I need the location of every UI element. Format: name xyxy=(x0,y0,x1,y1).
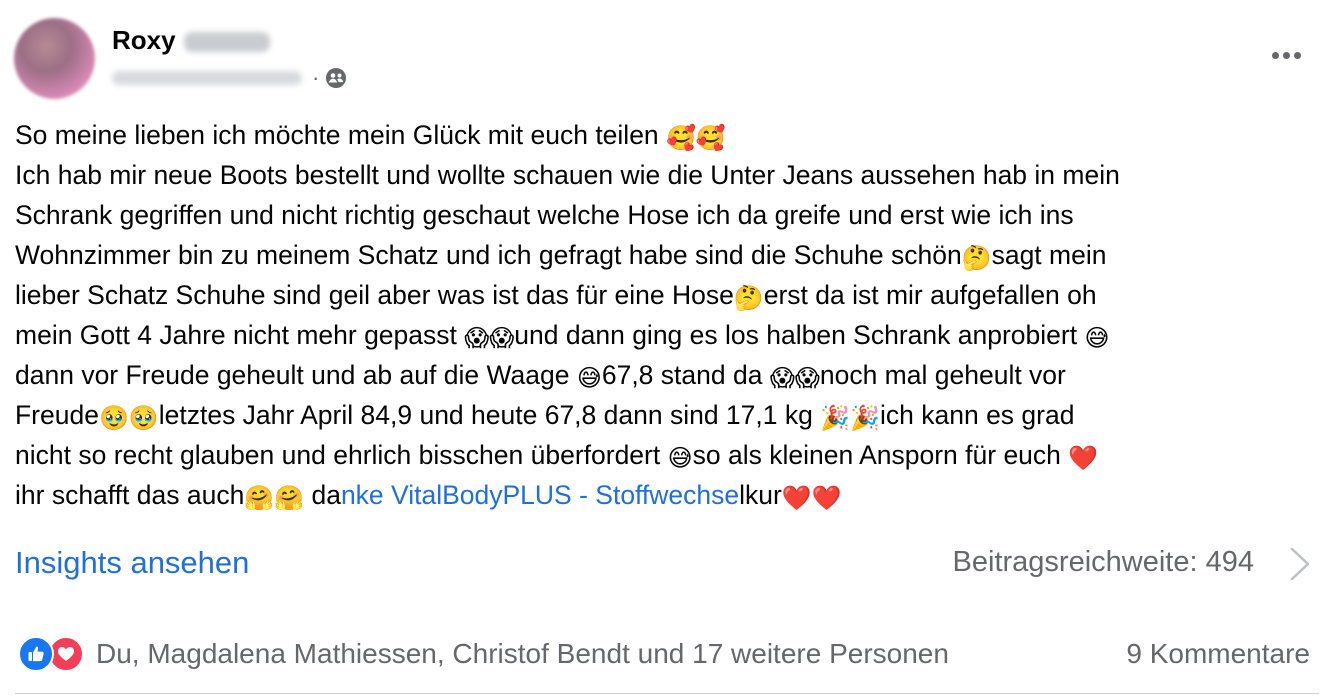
post-line: Schrank gegriffen und nicht richtig gesc… xyxy=(15,195,1315,235)
post-text-segment: sagt mein xyxy=(991,240,1107,270)
comments-count[interactable]: 9 Kommentare xyxy=(1126,638,1310,670)
chevron-right-icon[interactable] xyxy=(1288,546,1312,582)
post-text-segment: noch mal geheult vor xyxy=(819,360,1066,390)
more-dot-icon xyxy=(1271,51,1279,59)
emoji-icon: 😅 xyxy=(576,365,602,392)
post-line: So meine lieben ich möchte mein Glück mi… xyxy=(15,115,1315,155)
divider xyxy=(15,693,1319,694)
emoji-icon: 😅 xyxy=(1084,325,1110,352)
post-text-segment: mein Gott 4 Jahre nicht mehr gepasst xyxy=(15,320,465,350)
post-reach[interactable]: Beitragsreichweite: 494 xyxy=(953,546,1254,579)
emoji-icon: ❤️ xyxy=(1068,445,1099,472)
post-text-segment: Schrank gegriffen und nicht richtig gesc… xyxy=(15,200,1074,230)
post-text-segment: lieber Schatz Schuhe sind geil aber was … xyxy=(15,280,734,310)
emoji-icon: 🤔 xyxy=(961,245,992,272)
emoji-icon: 😱😱 xyxy=(464,325,515,352)
post-text-segment: So meine lieben ich möchte mein Glück mi… xyxy=(15,120,667,150)
post-text-segment: ich kann es grad xyxy=(880,400,1075,430)
post-text-segment: da xyxy=(304,480,341,510)
meta-separator: · xyxy=(312,65,320,90)
insights-link[interactable]: Insights ansehen xyxy=(15,545,249,581)
post-line: dann vor Freude geheult und ab auf die W… xyxy=(15,355,1315,395)
reactors-text[interactable]: Du, Magdalena Mathiessen, Christof Bendt… xyxy=(96,638,949,670)
post-text-segment: Wohnzimmer bin zu meinem Schatz und ich … xyxy=(15,240,962,270)
post-text-segment: und dann ging es los halben Schrank anpr… xyxy=(514,320,1085,350)
post-text-segment: ihr schafft das auch xyxy=(15,480,245,510)
post-line: nicht so recht glauben und ehrlich bissc… xyxy=(15,435,1315,475)
post-header: Roxy · xyxy=(14,18,1320,102)
post-text-segment: nicht so recht glauben und ehrlich bissc… xyxy=(15,440,668,470)
page-mention-link[interactable]: nke VitalBodyPLUS - Stoffwechse xyxy=(341,480,739,510)
post-text-segment: letztes Jahr April 84,9 und heute 67,8 d… xyxy=(158,400,821,430)
emoji-icon: 🥰🥰 xyxy=(666,125,726,152)
post-line: Freude🥹🥹letztes Jahr April 84,9 und heut… xyxy=(15,395,1315,435)
author-name[interactable]: Roxy xyxy=(112,25,270,56)
post-line: ihr schafft das auch🤗🤗 danke VitalBodyPL… xyxy=(15,475,1315,515)
emoji-icon: 🤗🤗 xyxy=(244,485,305,512)
post-text-segment: so als kleinen Ansporn für euch xyxy=(692,440,1069,470)
post-text: So meine lieben ich möchte mein Glück mi… xyxy=(15,115,1315,515)
post-text-segment: erst da ist mir aufgefallen oh xyxy=(763,280,1097,310)
like-icon xyxy=(18,636,54,672)
post-line: Ich hab mir neue Boots bestellt und woll… xyxy=(15,155,1315,195)
emoji-icon: 😱😱 xyxy=(769,365,820,392)
post-date-blurred[interactable] xyxy=(112,71,302,85)
audience-friends-icon[interactable] xyxy=(325,67,347,89)
more-options-button[interactable] xyxy=(1266,42,1306,68)
post-text-segment: lkur xyxy=(739,480,782,510)
emoji-icon: ❤️❤️ xyxy=(781,485,842,512)
post-text-segment: 67,8 stand da xyxy=(601,360,770,390)
reactions-summary[interactable]: Du, Magdalena Mathiessen, Christof Bendt… xyxy=(18,636,949,672)
author-avatar[interactable] xyxy=(14,18,95,99)
author-first-name[interactable]: Roxy xyxy=(112,25,176,55)
more-dot-icon xyxy=(1282,51,1290,59)
post-line: lieber Schatz Schuhe sind geil aber was … xyxy=(15,275,1315,315)
emoji-icon: 😅 xyxy=(667,445,693,472)
post-text-segment: dann vor Freude geheult und ab auf die W… xyxy=(15,360,577,390)
post-line: mein Gott 4 Jahre nicht mehr gepasst 😱😱u… xyxy=(15,315,1315,355)
emoji-icon: 🎉🎉 xyxy=(820,405,880,432)
post-text-segment: Ich hab mir neue Boots bestellt und woll… xyxy=(15,160,1120,190)
emoji-icon: 🤔 xyxy=(733,285,764,312)
emoji-icon: 🥹🥹 xyxy=(98,405,159,432)
post-line: Wohnzimmer bin zu meinem Schatz und ich … xyxy=(15,235,1315,275)
post-text-segment: Freude xyxy=(15,400,99,430)
post-meta: · xyxy=(112,66,347,90)
more-dot-icon xyxy=(1293,51,1301,59)
author-last-name-blurred xyxy=(183,32,270,53)
